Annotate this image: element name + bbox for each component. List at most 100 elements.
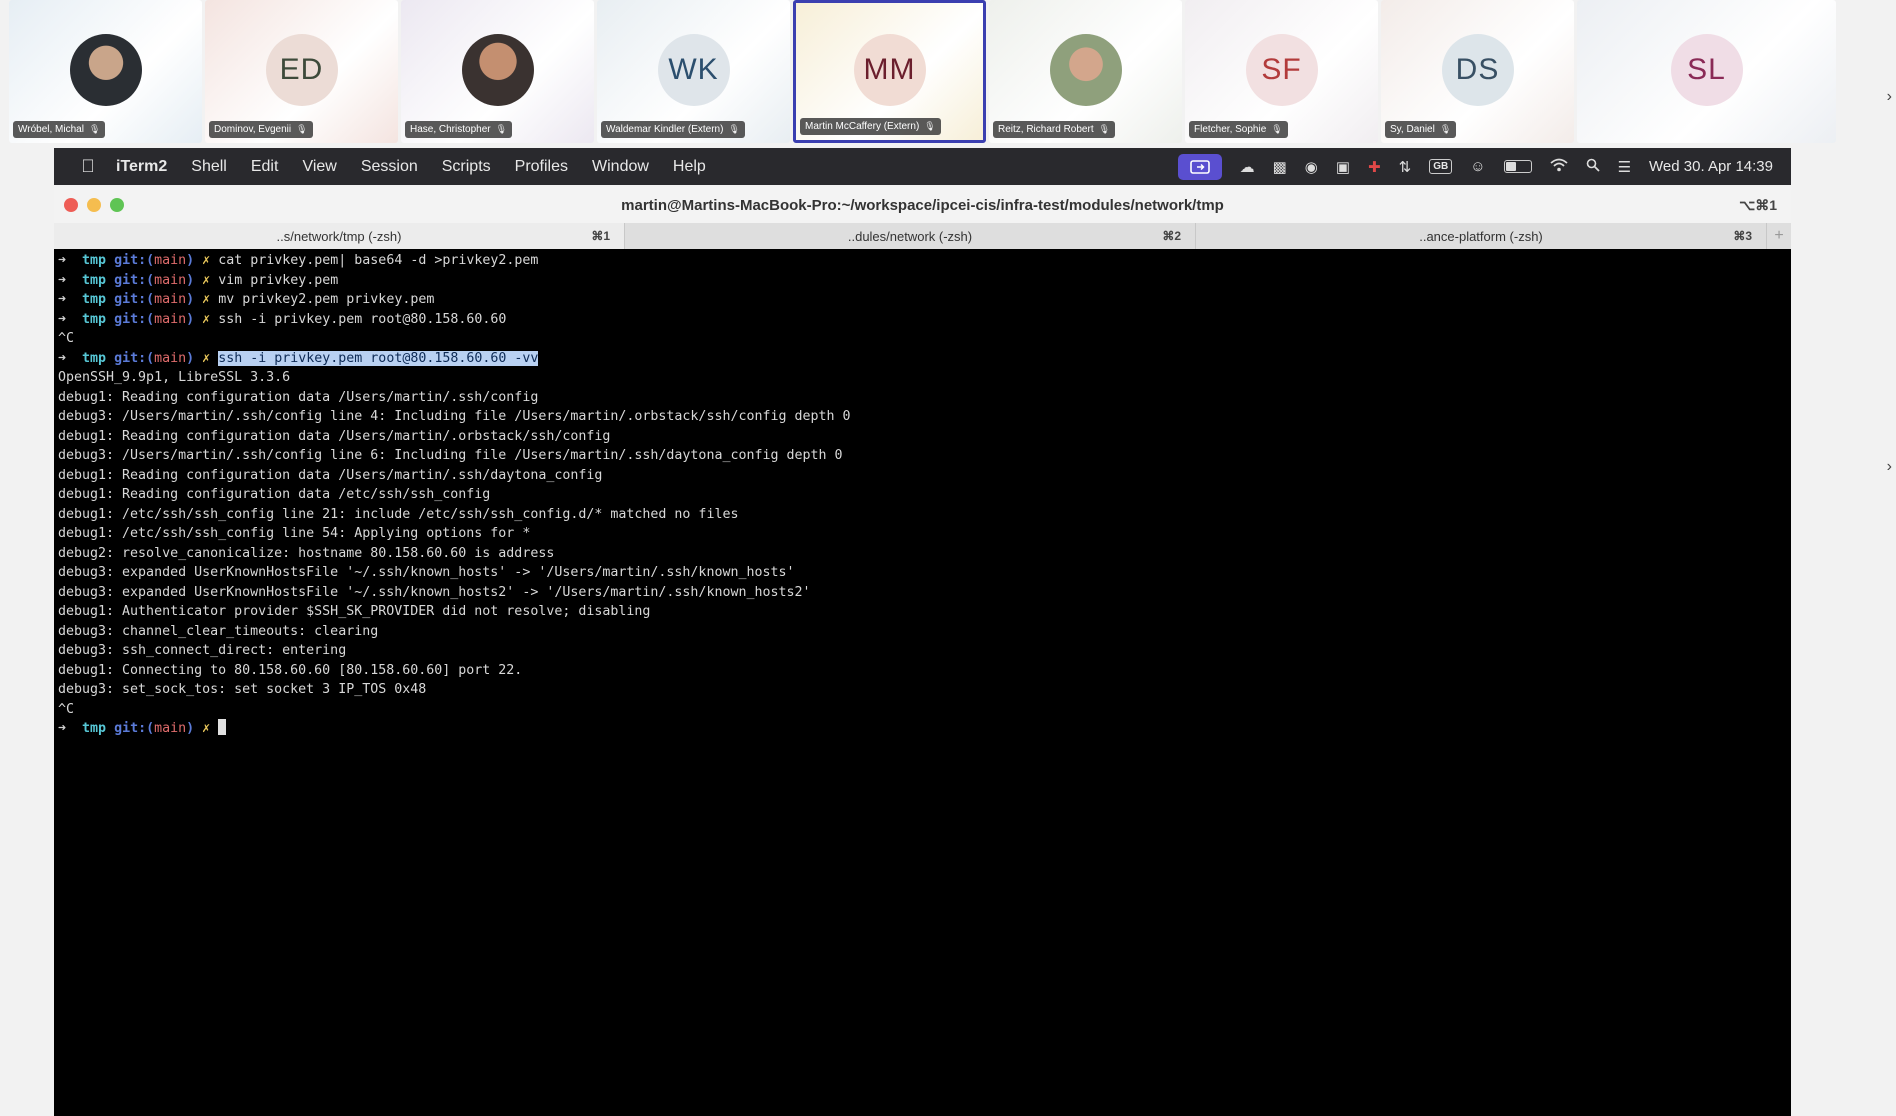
prompt-line: ➜ tmp git:(main) ✗ ssh -i privkey.pem ro…	[58, 349, 1791, 369]
avatar: SL	[1670, 34, 1743, 106]
muted-mic-icon: 🎙	[924, 121, 936, 131]
avatar	[461, 34, 534, 106]
output-line: debug1: Connecting to 80.158.60.60 [80.1…	[58, 662, 523, 678]
participant-tile[interactable]: SF Fletcher, Sophie 🎙	[1185, 0, 1378, 143]
menu-bar-clock[interactable]: Wed 30. Apr 14:39	[1649, 158, 1773, 175]
teams-icon[interactable]: ▩	[1273, 158, 1287, 176]
participant-name: Martin McCaffery (Extern)	[805, 121, 920, 132]
participant-tile[interactable]: Reitz, Richard Robert 🎙	[989, 0, 1182, 143]
muted-mic-icon: 🎙	[88, 124, 101, 134]
health-icon[interactable]: ✚	[1368, 158, 1381, 176]
tab-3[interactable]: ..ance-platform (-zsh) ⌘3	[1196, 223, 1767, 249]
password-manager-icon[interactable]: ◉	[1305, 158, 1318, 176]
menu-shell[interactable]: Shell	[191, 158, 227, 176]
battery-icon[interactable]	[1503, 160, 1532, 173]
user-icon[interactable]: ☺	[1470, 158, 1485, 175]
minimize-window-button[interactable]	[87, 198, 101, 212]
cloud-icon[interactable]: ☁	[1240, 158, 1255, 176]
keyboard-layout-indicator[interactable]: GB	[1429, 159, 1453, 174]
prompt-git-label: git:(	[114, 721, 155, 736]
menu-session[interactable]: Session	[361, 158, 418, 176]
prompt-branch: main	[154, 311, 187, 327]
participant-name-bar: Sy, Daniel 🎙	[1385, 121, 1457, 138]
muted-mic-icon: 🎙	[296, 124, 308, 134]
output-line: debug1: Reading configuration data /User…	[58, 389, 539, 405]
participant-tile[interactable]: Hase, Christopher 🎙	[401, 0, 594, 143]
spotlight-search-icon[interactable]	[1586, 158, 1600, 176]
iterm-window: martin@Martins-MacBook-Pro:~/workspace/i…	[54, 187, 1791, 1116]
participant-name: Waldemar Kindler (Extern)	[606, 124, 724, 135]
avatar: SF	[1245, 34, 1318, 106]
menu-app-name[interactable]: iTerm2	[116, 158, 167, 176]
avatar	[69, 34, 142, 106]
prompt-line: ➜ tmp git:(main) ✗ cat privkey.pem| base…	[58, 251, 1791, 271]
tab-label: ..ance-platform (-zsh)	[1419, 228, 1543, 244]
menu-profiles[interactable]: Profiles	[515, 158, 568, 176]
screen-share-icon[interactable]	[1177, 153, 1222, 180]
prompt-git-label: git:(	[114, 292, 155, 307]
output-line: debug3: /Users/martin/.ssh/config line 6…	[58, 448, 843, 463]
participant-tile[interactable]: SL	[1577, 0, 1836, 143]
network-activity-icon[interactable]: ⇅	[1399, 158, 1412, 176]
tab-bar: ..s/network/tmp (-zsh) ⌘1 ..dules/networ…	[54, 223, 1791, 249]
avatar: MM	[853, 34, 926, 106]
avatar: DS	[1441, 34, 1514, 106]
participant-name: Hase, Christopher	[410, 124, 491, 135]
menu-scripts[interactable]: Scripts	[442, 158, 491, 176]
wifi-icon[interactable]	[1549, 158, 1568, 176]
traffic-lights	[64, 198, 124, 212]
new-tab-button[interactable]: +	[1767, 223, 1791, 249]
tab-label: ..s/network/tmp (-zsh)	[276, 228, 402, 244]
close-window-button[interactable]	[64, 198, 78, 212]
participant-tile[interactable]: Wróbel, Michal 🎙	[9, 0, 202, 143]
muted-mic-icon: 🎙	[1098, 124, 1111, 134]
tab-1[interactable]: ..s/network/tmp (-zsh) ⌘1	[54, 223, 625, 249]
prompt-dirty-marker: ✗	[202, 272, 211, 288]
output-line: debug1: Reading configuration data /User…	[58, 428, 611, 444]
menu-view[interactable]: View	[302, 158, 336, 176]
participant-name-bar: Hase, Christopher 🎙	[405, 121, 513, 138]
prompt-git-close: )	[186, 721, 195, 736]
participant-name-bar: Waldemar Kindler (Extern) 🎙	[601, 121, 745, 138]
output-line: debug3: expanded UserKnownHostsFile '~/.…	[58, 584, 811, 600]
window-title-bar[interactable]: martin@Martins-MacBook-Pro:~/workspace/i…	[54, 187, 1791, 223]
prompt-dirty-marker: ✗	[202, 311, 211, 327]
control-center-icon[interactable]: ☰	[1618, 158, 1631, 176]
command-text: vim privkey.pem	[218, 272, 339, 288]
participant-tile[interactable]: ED Dominov, Evgenii 🎙	[205, 0, 398, 143]
terminal-output[interactable]: ➜ tmp git:(main) ✗ cat privkey.pem| base…	[54, 251, 1791, 1116]
participant-name-bar: Wróbel, Michal 🎙	[13, 121, 106, 138]
participant-tile[interactable]: MM Martin McCaffery (Extern) 🎙	[793, 0, 986, 143]
prompt-git-label: git:(	[114, 311, 155, 327]
prompt-directory: tmp	[82, 292, 107, 307]
participant-tile[interactable]: DS Sy, Daniel 🎙	[1381, 0, 1574, 143]
menu-edit[interactable]: Edit	[251, 158, 279, 176]
participant-name: Wróbel, Michal	[18, 124, 84, 135]
menu-window[interactable]: Window	[592, 158, 649, 176]
edge-marker-icon: ›	[1886, 458, 1892, 475]
prompt-branch: main	[154, 272, 187, 288]
zoom-window-button[interactable]	[110, 198, 124, 212]
output-line: debug1: /etc/ssh/ssh_config line 21: inc…	[58, 506, 739, 522]
prompt-arrow-icon: ➜	[58, 721, 67, 736]
prompt-git-close: )	[186, 253, 195, 268]
prompt-branch: main	[154, 292, 187, 307]
muted-mic-icon: 🎙	[495, 124, 508, 134]
display-icon[interactable]: ▣	[1336, 158, 1350, 176]
prompt-branch: main	[154, 350, 187, 366]
output-line: debug1: Reading configuration data /User…	[58, 467, 603, 483]
avatar: ED	[265, 34, 338, 106]
prompt-branch: main	[154, 721, 187, 736]
output-line: OpenSSH_9.9p1, LibreSSL 3.3.6	[58, 370, 291, 385]
prompt-dirty-marker: ✗	[202, 350, 211, 366]
participant-tile[interactable]: WK Waldemar Kindler (Extern) 🎙	[597, 0, 790, 143]
output-line: debug3: expanded UserKnownHostsFile '~/.…	[58, 565, 795, 580]
edge-marker-icon: ›	[1886, 88, 1892, 105]
prompt-git-close: )	[186, 311, 195, 327]
menu-help[interactable]: Help	[673, 158, 706, 176]
output-line: debug3: channel_clear_timeouts: clearing	[58, 623, 379, 639]
apple-icon[interactable]: 	[76, 156, 100, 177]
tab-2[interactable]: ..dules/network (-zsh) ⌘2	[625, 223, 1196, 249]
participant-name-bar: Reitz, Richard Robert 🎙	[993, 121, 1116, 138]
output-line: debug1: /etc/ssh/ssh_config line 54: App…	[58, 526, 531, 541]
